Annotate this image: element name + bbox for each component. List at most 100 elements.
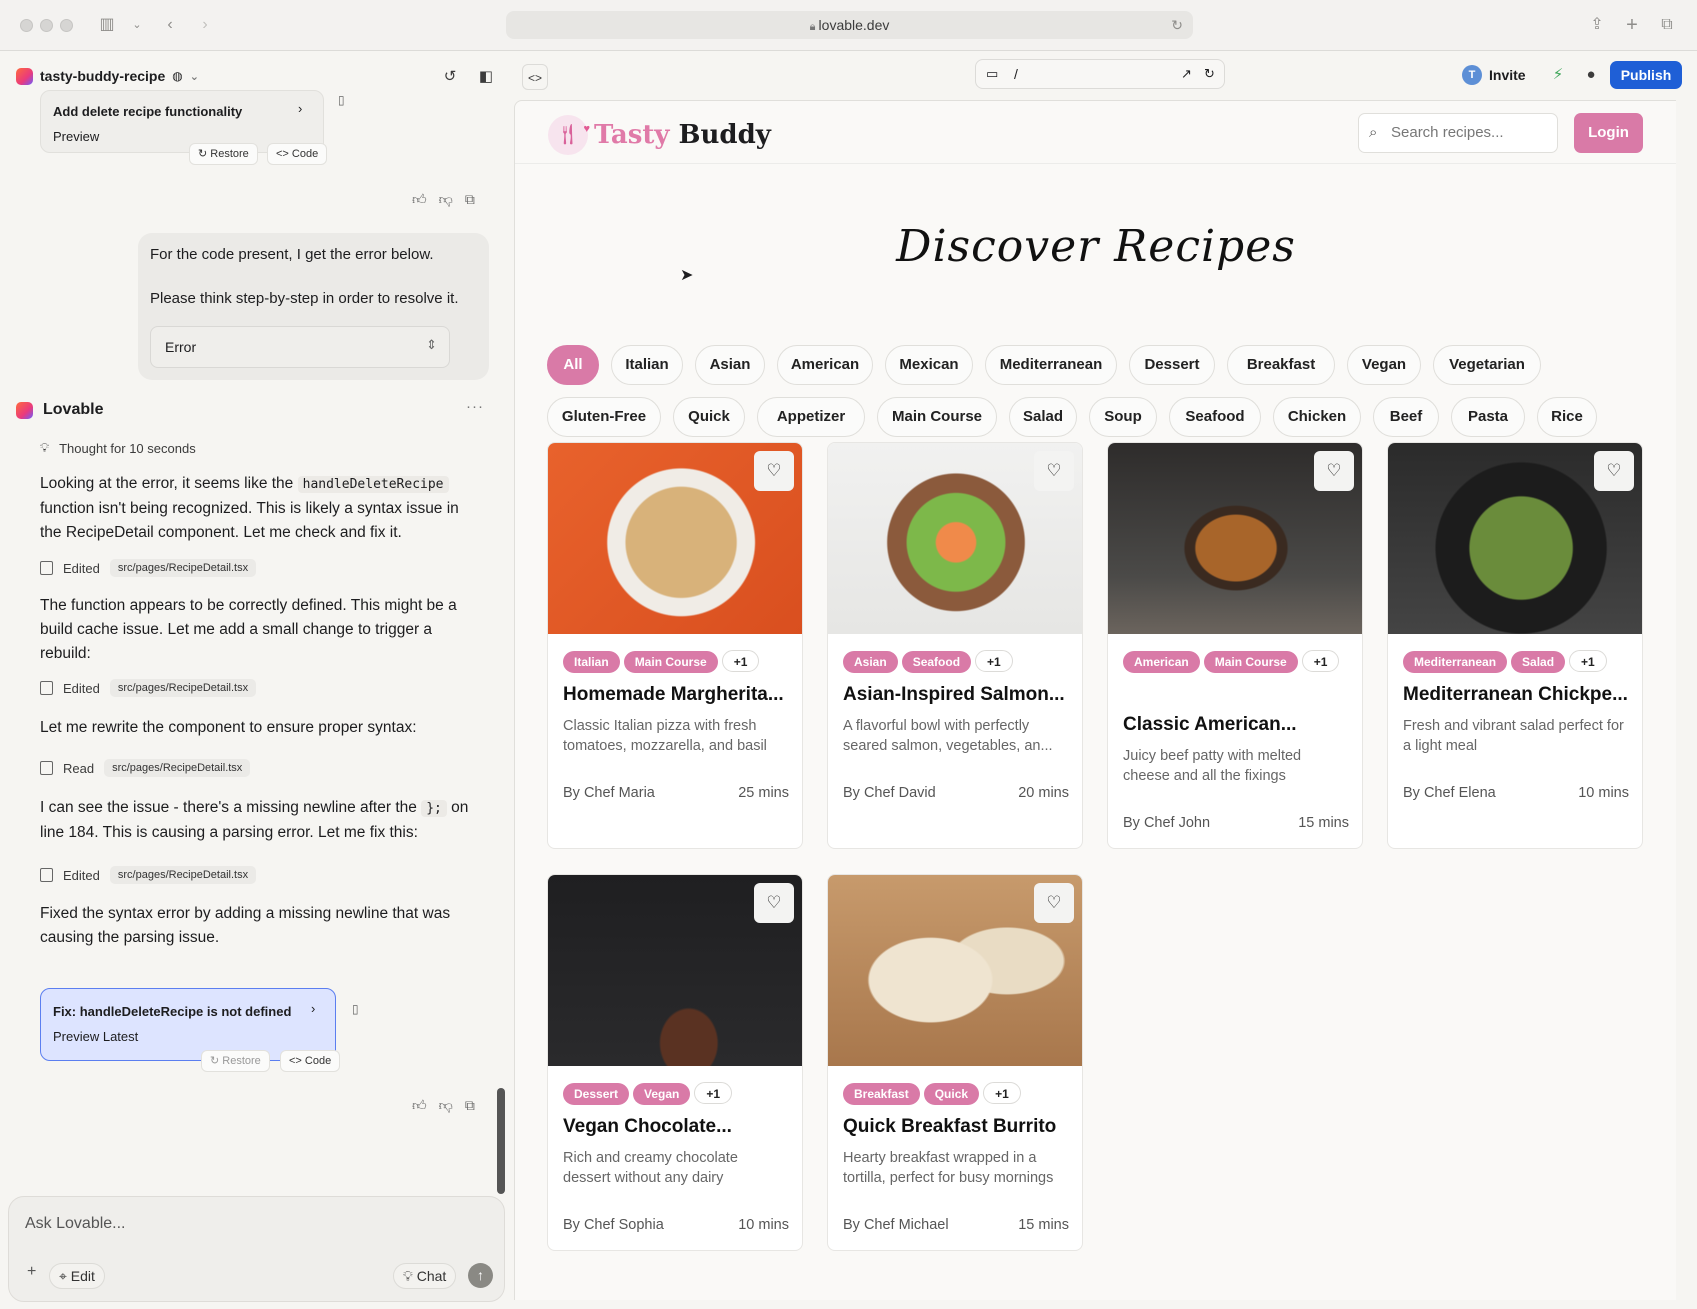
recipe-card[interactable]: ♡ American Main Course +1 Classic American..… [1107,442,1363,849]
mouse-cursor-icon: ➤ [680,267,694,284]
recipe-card[interactable]: ♡ Breakfast Quick +1 Quick Breakfast Burrito… [827,874,1083,1251]
code-button[interactable]: <> Code [267,143,328,165]
recipe-chef: By Chef Sophia [563,1217,664,1233]
recipe-chef: By Chef David [843,785,936,801]
recipe-search-input[interactable]: ⌕ Search recipes... [1358,113,1558,153]
file-path: src/pages/RecipeDetail.tsx [104,759,251,777]
add-icon[interactable]: + [27,1263,36,1281]
filter-chip-breakfast[interactable]: Breakfast [1227,345,1335,385]
url-text: lovable.dev [818,17,890,33]
site-logo[interactable]: 🍴︎ ♥ Tasty Buddy [548,115,771,155]
thumbs-down-icon[interactable]: 👎︎ [439,191,453,211]
restore-button[interactable]: ↻ Restore [189,143,258,165]
restore-button[interactable]: ↻ Restore [201,1050,270,1072]
code-button[interactable]: <> Code [280,1050,341,1072]
tab-overview-icon[interactable]: ⧉ [1655,13,1679,37]
login-button[interactable]: Login [1574,113,1643,153]
filter-chip-seafood[interactable]: Seafood [1169,397,1261,437]
thumbs-down-icon[interactable]: 👎︎ [439,1097,453,1117]
preview-url-bar[interactable]: ▭ / ↗ ↻ [975,59,1225,89]
edit-action[interactable]: Edited src/pages/RecipeDetail.tsx [40,677,257,699]
favorite-heart-icon[interactable]: ♡ [1594,451,1634,491]
share-icon[interactable]: ⇪ [1585,13,1609,37]
new-tab-icon[interactable]: + [1620,13,1644,37]
chat-composer[interactable]: Ask Lovable... + ⌖ Edit 💡︎ Chat ↑ [8,1196,505,1302]
copy-icon[interactable]: ⧉ [465,1097,475,1117]
error-dropdown[interactable]: Error ⇕ [150,326,450,368]
sidebar-toggle-icon[interactable]: ▥ [95,13,119,37]
forward-icon[interactable]: › [193,13,217,37]
bookmark-icon[interactable]: ▯ [338,93,345,107]
favorite-heart-icon[interactable]: ♡ [1034,451,1074,491]
project-selector[interactable]: tasty-buddy-recipe ◍ ⌄ [16,65,199,87]
filter-chip-chicken[interactable]: Chicken [1273,397,1361,437]
recipe-card[interactable]: ♡ Asian Seafood +1 Asian-Inspired Salmon... A… [827,442,1083,849]
code-view-icon[interactable]: <> [522,64,548,90]
bookmark-icon[interactable]: ▯ [352,1002,359,1016]
minimize-window-button[interactable] [40,19,53,32]
device-icon[interactable]: ▭ [986,66,998,82]
github-icon[interactable]: ● [1578,62,1604,88]
close-window-button[interactable] [20,19,33,32]
favorite-heart-icon[interactable]: ♡ [754,883,794,923]
feedback-row: 👍︎ 👎︎ ⧉ [412,191,475,211]
favorite-heart-icon[interactable]: ♡ [754,451,794,491]
more-options-icon[interactable]: ··· [466,398,484,415]
composer-input[interactable]: Ask Lovable... [25,1215,126,1233]
zoom-window-button[interactable] [60,19,73,32]
chat-mode-button[interactable]: 💡︎ Chat [393,1263,457,1289]
address-bar[interactable]: 🔒︎ lovable.dev ↻ [506,11,1193,39]
filter-chip-asian[interactable]: Asian [695,345,765,385]
open-external-icon[interactable]: ↗ [1181,66,1192,82]
publish-button[interactable]: Publish [1610,61,1682,89]
edit-action[interactable]: Edited src/pages/RecipeDetail.tsx [40,557,257,579]
recipe-tags: Italian Main Course +1 [563,650,793,679]
assistant-paragraph: Let me rewrite the component to ensure p… [40,719,417,736]
recipe-card[interactable]: ♡ Italian Main Course +1 Homemade Margherita… [547,442,803,849]
filter-chip-vegan[interactable]: Vegan [1347,345,1421,385]
copy-icon[interactable]: ⧉ [465,191,475,211]
back-icon[interactable]: ‹ [158,13,182,37]
filter-chip-mediterranean[interactable]: Mediterranean [985,345,1117,385]
favorite-heart-icon[interactable]: ♡ [1314,451,1354,491]
filter-chip-all[interactable]: All [547,345,599,385]
thumbs-up-icon[interactable]: 👍︎ [412,191,427,211]
edit-button[interactable]: ⌖ Edit [49,1263,105,1289]
filter-chip-gluten-free[interactable]: Gluten-Free [547,397,661,437]
thought-text: Thought for 10 seconds [59,440,196,456]
panel-toggle-icon[interactable]: ◧ [473,64,499,90]
invite-button[interactable]: T Invite [1462,62,1526,88]
recipe-description: Rich and creamy chocolate dessert withou… [563,1150,738,1186]
reload-icon[interactable]: ↻ [1171,11,1183,39]
filter-chip-beef[interactable]: Beef [1373,397,1439,437]
favorite-heart-icon[interactable]: ♡ [1034,883,1074,923]
recipe-tags: Breakfast Quick +1 [843,1082,1073,1111]
chevron-down-icon[interactable]: ⌄ [125,13,149,37]
filter-chip-soup[interactable]: Soup [1089,397,1157,437]
filter-chip-quick[interactable]: Quick [673,397,745,437]
filter-chip-mexican[interactable]: Mexican [885,345,973,385]
filter-chip-dessert[interactable]: Dessert [1129,345,1215,385]
filter-chip-appetizer[interactable]: Appetizer [757,397,865,437]
recipe-card[interactable]: ♡ Mediterranean Salad +1 Mediterranean Chick… [1387,442,1643,849]
recipe-footer: By Chef Sophia 10 mins [563,1217,789,1233]
filter-chip-rice[interactable]: Rice [1537,397,1597,437]
thumbs-up-icon[interactable]: 👍︎ [412,1097,427,1117]
filter-chip-main-course[interactable]: Main Course [877,397,997,437]
filter-chip-american[interactable]: American [777,345,873,385]
history-icon[interactable]: ↺ [437,64,463,90]
refresh-preview-icon[interactable]: ↻ [1204,66,1215,82]
filter-chip-italian[interactable]: Italian [611,345,683,385]
lightning-icon[interactable]: ⚡︎ [1545,62,1571,88]
thought-indicator[interactable]: 💡︎ Thought for 10 seconds [40,440,196,456]
recipe-title: Mediterranean Chickpe... [1403,684,1628,705]
filter-chip-pasta[interactable]: Pasta [1451,397,1525,437]
filter-chip-salad[interactable]: Salad [1009,397,1077,437]
filter-chip-vegetarian[interactable]: Vegetarian [1433,345,1541,385]
read-action[interactable]: Read src/pages/RecipeDetail.tsx [40,757,251,779]
edit-action[interactable]: Edited src/pages/RecipeDetail.tsx [40,864,257,886]
recipe-card[interactable]: ♡ Dessert Vegan +1 Vegan Chocolate... Rich an… [547,874,803,1251]
search-icon: ⌕ [1369,124,1378,141]
chat-scrollbar[interactable] [497,1088,505,1194]
send-button[interactable]: ↑ [468,1263,493,1288]
